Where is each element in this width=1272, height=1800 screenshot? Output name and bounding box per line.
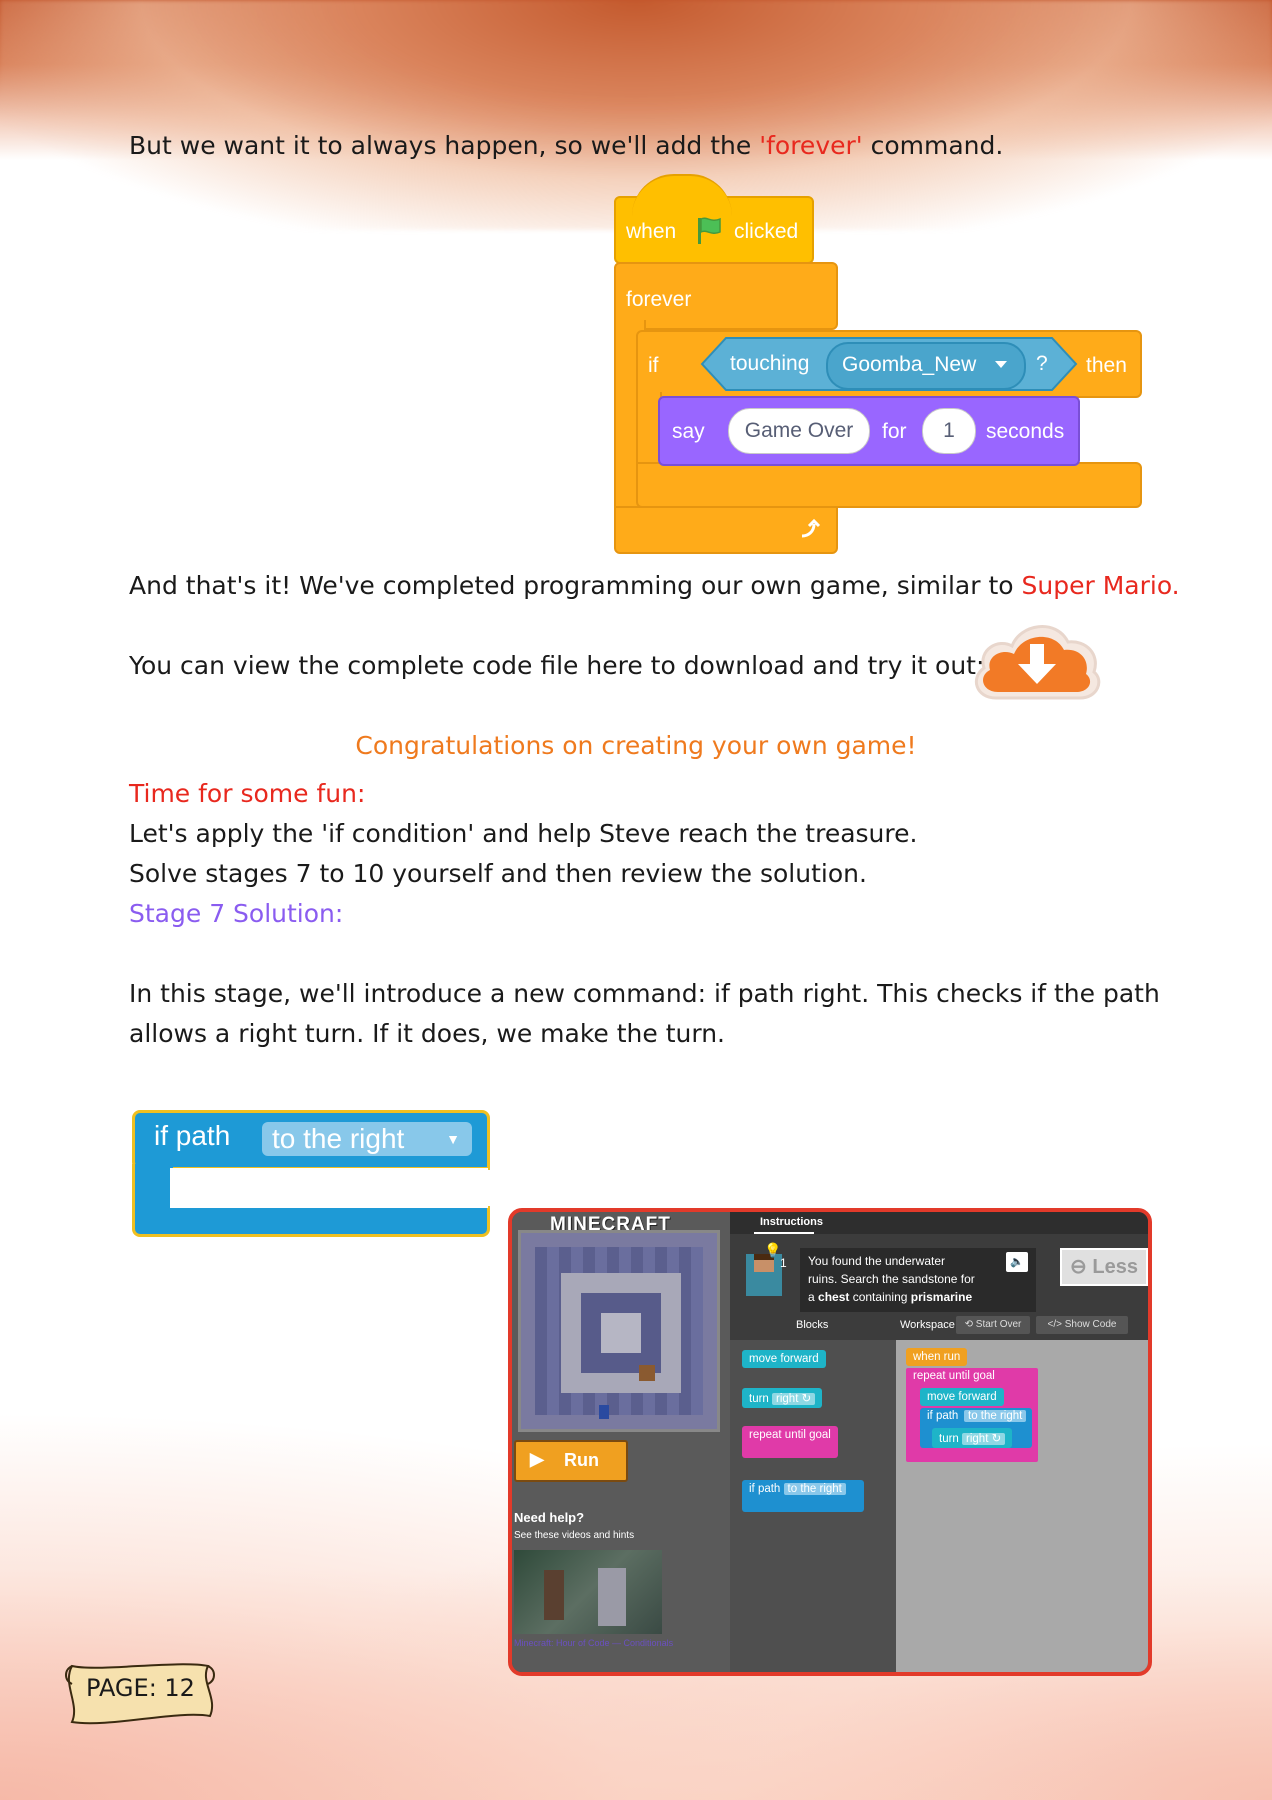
toolbox-repeat-until[interactable]: repeat until goal [742,1426,838,1458]
workspace: when run repeat until goal move forward … [896,1340,1148,1672]
game-map [518,1230,720,1432]
run-button[interactable]: ▶ Run [514,1440,628,1482]
download-line: You can view the complete code file here… [129,651,985,680]
instructions-tab[interactable]: Instructions [760,1216,823,1228]
forever-block: forever [614,262,838,330]
if-path-block: if path to the right ▼ [132,1110,490,1242]
need-help-heading: Need help? [514,1510,585,1525]
intro-forever-line: But we want it to always happen, so we'l… [129,131,1004,160]
help-video-thumbnail[interactable] [514,1550,662,1634]
message-input[interactable]: Game Over [728,408,870,454]
fun-line-2: Solve stages 7 to 10 yourself and then r… [129,859,867,888]
seconds-input[interactable]: 1 [922,408,976,454]
play-icon: ▶ [530,1449,544,1469]
congrats-heading: Congratulations on creating your own gam… [355,731,917,760]
paragraph-line-1: In this stage, we'll introduce a new com… [129,979,1160,1008]
super-mario-highlight: Super Mario. [1021,571,1180,600]
instructions-panel: Instructions 💡 1 You found the underwate… [730,1212,1148,1312]
direction-dropdown[interactable]: to the right ▼ [262,1122,472,1156]
stage-heading: Stage 7 Solution: [129,899,344,928]
ws-when-run[interactable]: when run [906,1348,968,1366]
ws-turn[interactable]: turn right ↻ [932,1428,1013,1448]
start-over-button[interactable]: ⟲ Start Over [956,1316,1030,1334]
game-panel: MINECRAFT ▶ Run Need help? See these vid… [512,1212,730,1672]
lightbulb-icon: 💡 [764,1242,782,1258]
less-button[interactable]: ⊖ Less [1060,1248,1148,1286]
paragraph-line-2: allows a right turn. If it does, we make… [129,1019,725,1048]
dropdown-arrow-icon [995,361,1007,368]
when-flag-clicked-block: when clicked [614,174,814,264]
help-subtitle: See these videos and hints [514,1530,635,1541]
toolbox-move-forward[interactable]: move forward [742,1350,826,1368]
toolbox: move forward turn right ↻ repeat until g… [730,1340,896,1672]
steve-avatar [746,1254,782,1296]
instruction-text: You found the underwater ruins. Search t… [800,1248,1036,1312]
sprite-dropdown[interactable]: Goomba_New [826,342,1026,390]
green-flag-icon [698,217,721,244]
page-number: PAGE: 12 [86,1674,195,1702]
chest-icon [639,1365,655,1381]
forever-highlight: 'forever' [759,131,863,160]
steve-icon [599,1405,609,1419]
if-bottom [636,462,1142,508]
toolbox-if-path[interactable]: if path to the right [742,1480,864,1512]
download-cloud-icon[interactable] [968,614,1106,704]
dropdown-arrow-icon: ▼ [446,1131,460,1147]
speaker-icon[interactable]: 🔈 [1006,1252,1028,1272]
fun-line-1: Let's apply the 'if condition' and help … [129,819,918,848]
workspace-header-bar: Blocks Workspace ⟲ Start Over </> Show C… [730,1312,1148,1340]
ws-move-forward[interactable]: move forward [920,1388,1004,1406]
show-code-button[interactable]: </> Show Code [1036,1316,1128,1334]
fun-heading: Time for some fun: [129,779,366,808]
loop-arrow-icon [801,518,821,538]
completed-line: And that's it! We've completed programmi… [129,571,1180,600]
forever-bottom [614,506,838,554]
help-video-link[interactable]: Minecraft: Hour of Code — Conditionals [514,1638,714,1648]
minecraft-screenshot: MINECRAFT ▶ Run Need help? See these vid… [508,1208,1152,1676]
say-for-secs-block: say Game Over for 1 seconds [658,396,1080,466]
toolbox-turn[interactable]: turn right ↻ [742,1388,823,1408]
